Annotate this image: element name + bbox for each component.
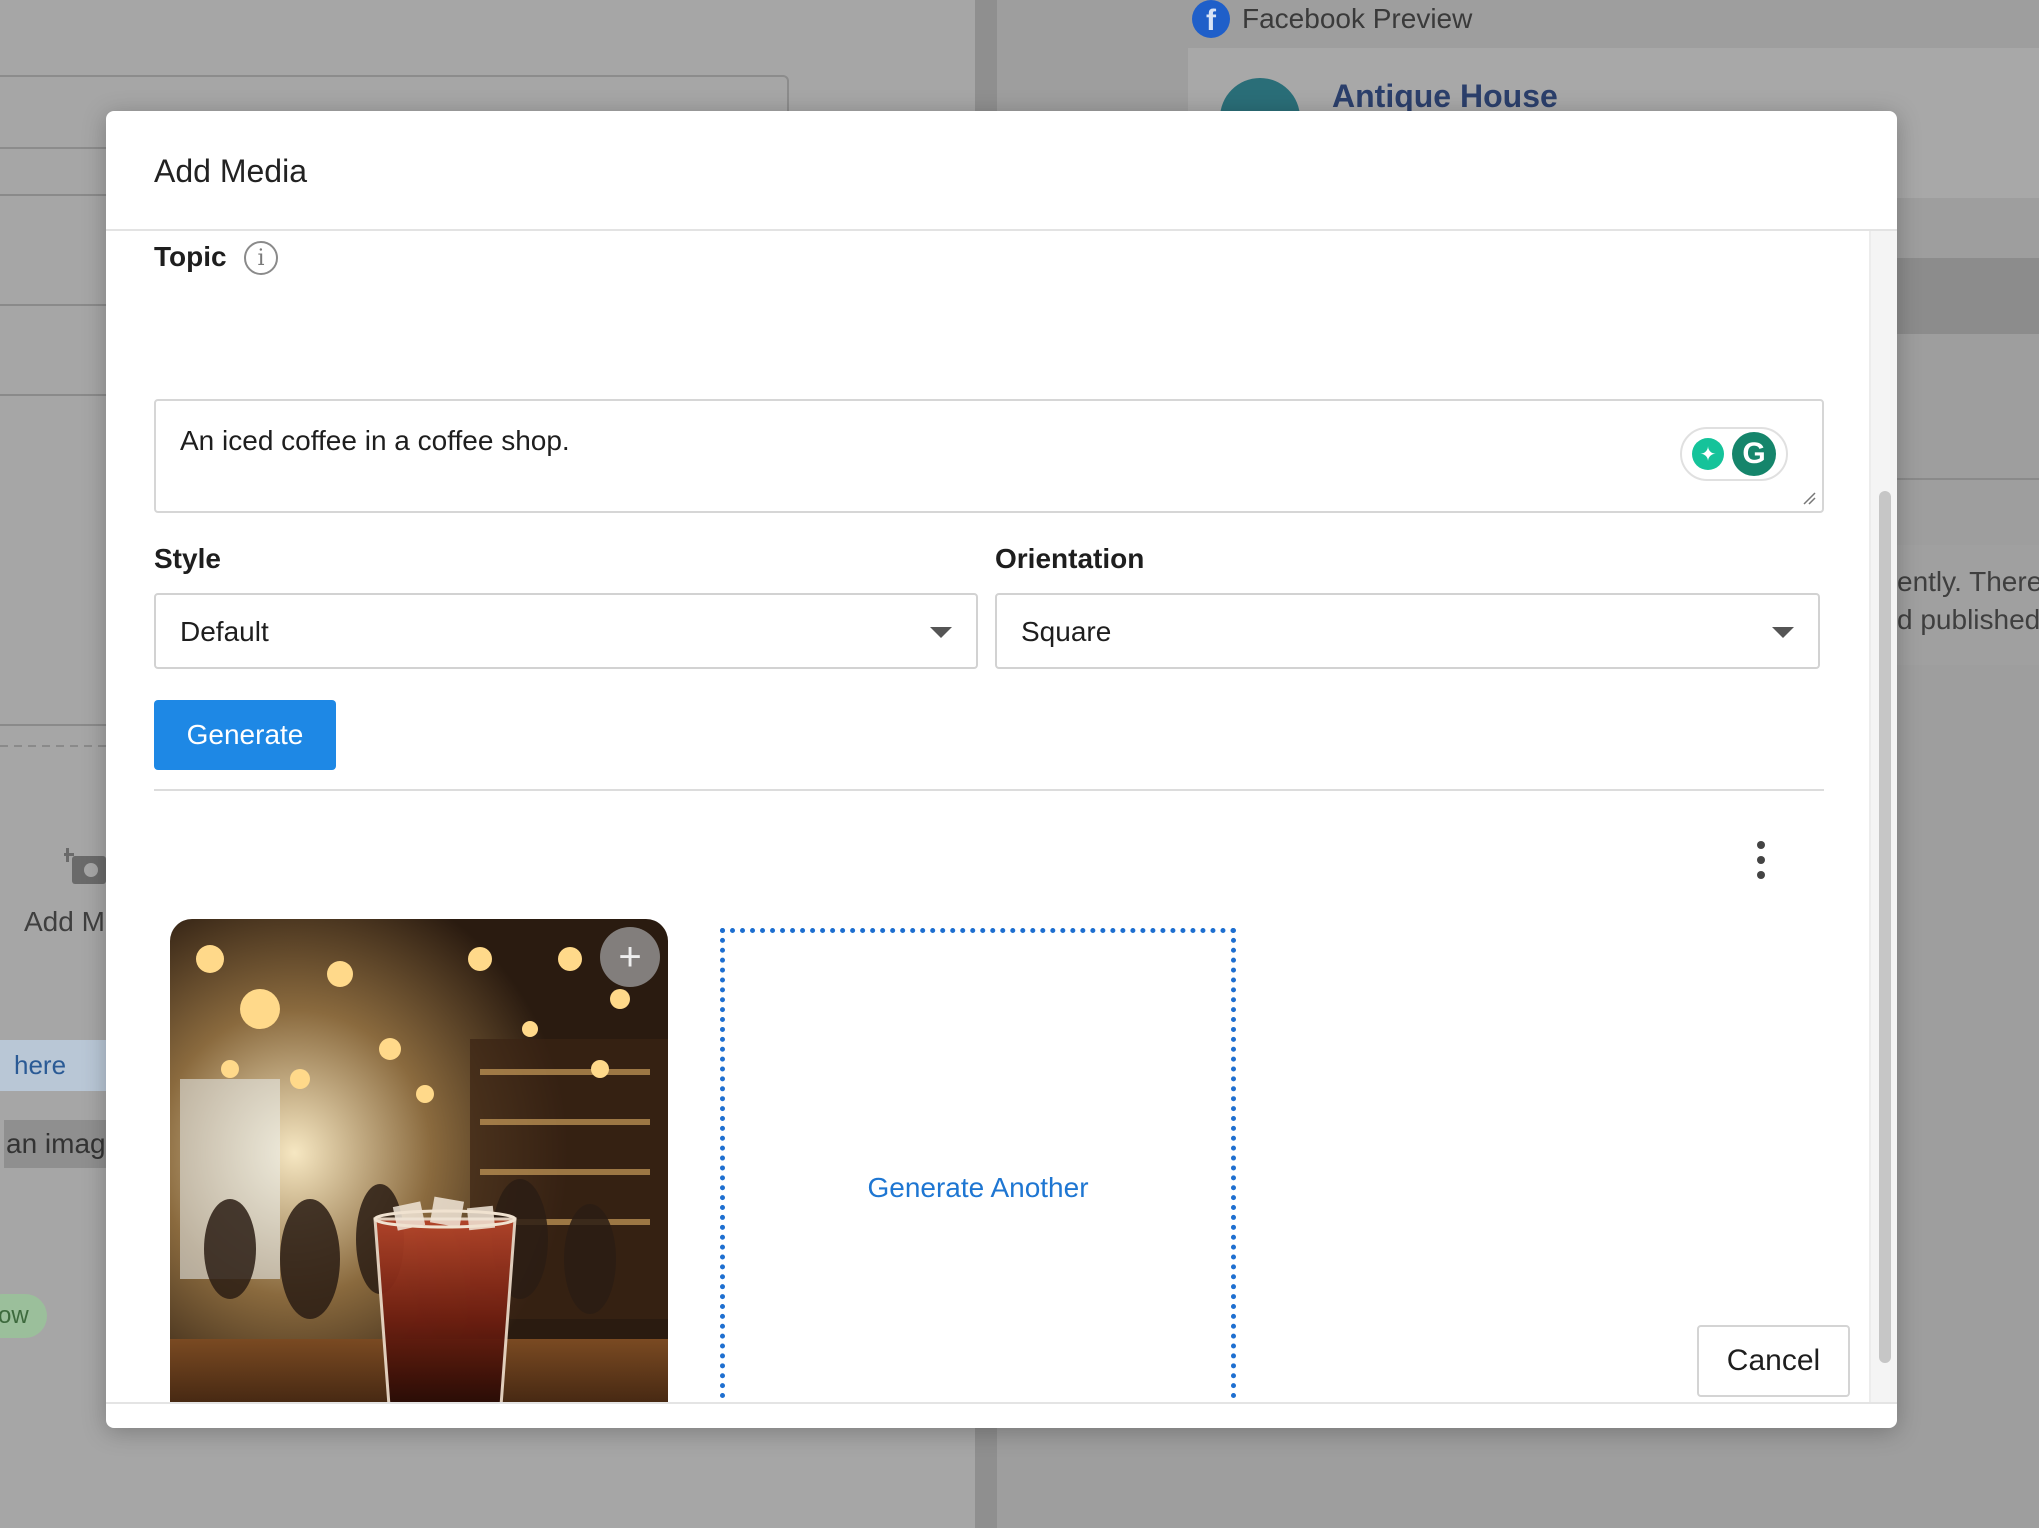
background-status-badge: ow — [0, 1294, 47, 1338]
style-select[interactable]: Default — [154, 593, 978, 669]
topic-input[interactable]: An iced coffee in a coffee shop. ✦ G — [154, 399, 1824, 513]
background-add-media-label: Add M — [24, 906, 105, 937]
modal-scrollbar[interactable] — [1869, 231, 1897, 1402]
modal-body: Topic i An iced coffee in a coffee shop.… — [106, 231, 1897, 1402]
add-media-modal: Add Media Topic i An iced coffee in a co… — [106, 111, 1897, 1428]
grammarly-g-icon[interactable]: G — [1732, 432, 1776, 476]
topic-input-value: An iced coffee in a coffee shop. — [180, 425, 570, 456]
resize-handle-icon[interactable] — [1802, 491, 1816, 505]
page-name: Antique House — [1332, 78, 1558, 114]
generate-another-label: Generate Another — [867, 1172, 1089, 1203]
background-right-text-1: ently. There — [1897, 566, 2039, 597]
modal-title: Add Media — [154, 153, 307, 189]
grammarly-widget[interactable]: ✦ G — [1680, 427, 1788, 481]
chevron-down-icon — [930, 627, 952, 638]
chevron-down-icon — [1772, 627, 1794, 638]
facebook-preview-title: Facebook Preview — [1242, 3, 1473, 34]
style-select-value: Default — [180, 616, 269, 647]
plus-icon[interactable]: + — [600, 927, 660, 987]
modal-header: Add Media — [106, 111, 1897, 231]
background-block — [1897, 258, 2039, 334]
background-dashed-line — [0, 745, 106, 747]
scrollbar-thumb[interactable] — [1879, 491, 1891, 1363]
info-icon[interactable]: i — [244, 241, 278, 275]
orientation-select[interactable]: Square — [995, 593, 1820, 669]
cancel-button[interactable]: Cancel — [1697, 1325, 1850, 1397]
facebook-preview-header: f Facebook Preview — [1192, 0, 1472, 38]
kebab-menu-icon[interactable] — [1746, 835, 1776, 885]
background-right-text-2: d published — [1897, 604, 2039, 635]
background-link-text: here — [14, 1050, 67, 1080]
modal-footer-divider — [106, 1402, 1897, 1404]
style-label: Style — [154, 543, 221, 574]
camera-plus-icon — [61, 846, 106, 886]
generate-button[interactable]: Generate — [154, 700, 336, 770]
topic-label: Topic — [154, 241, 227, 272]
background-divider — [1897, 478, 2039, 480]
orientation-label: Orientation — [995, 543, 1145, 574]
facebook-icon: f — [1192, 0, 1230, 38]
generate-another-button[interactable]: Generate Another — [720, 928, 1236, 1402]
grammarly-bulb-icon[interactable]: ✦ — [1692, 438, 1724, 470]
orientation-select-value: Square — [1021, 616, 1112, 647]
iced-coffee-photo — [170, 919, 668, 1402]
generated-image[interactable]: + — [170, 919, 668, 1402]
section-divider — [154, 789, 1824, 791]
